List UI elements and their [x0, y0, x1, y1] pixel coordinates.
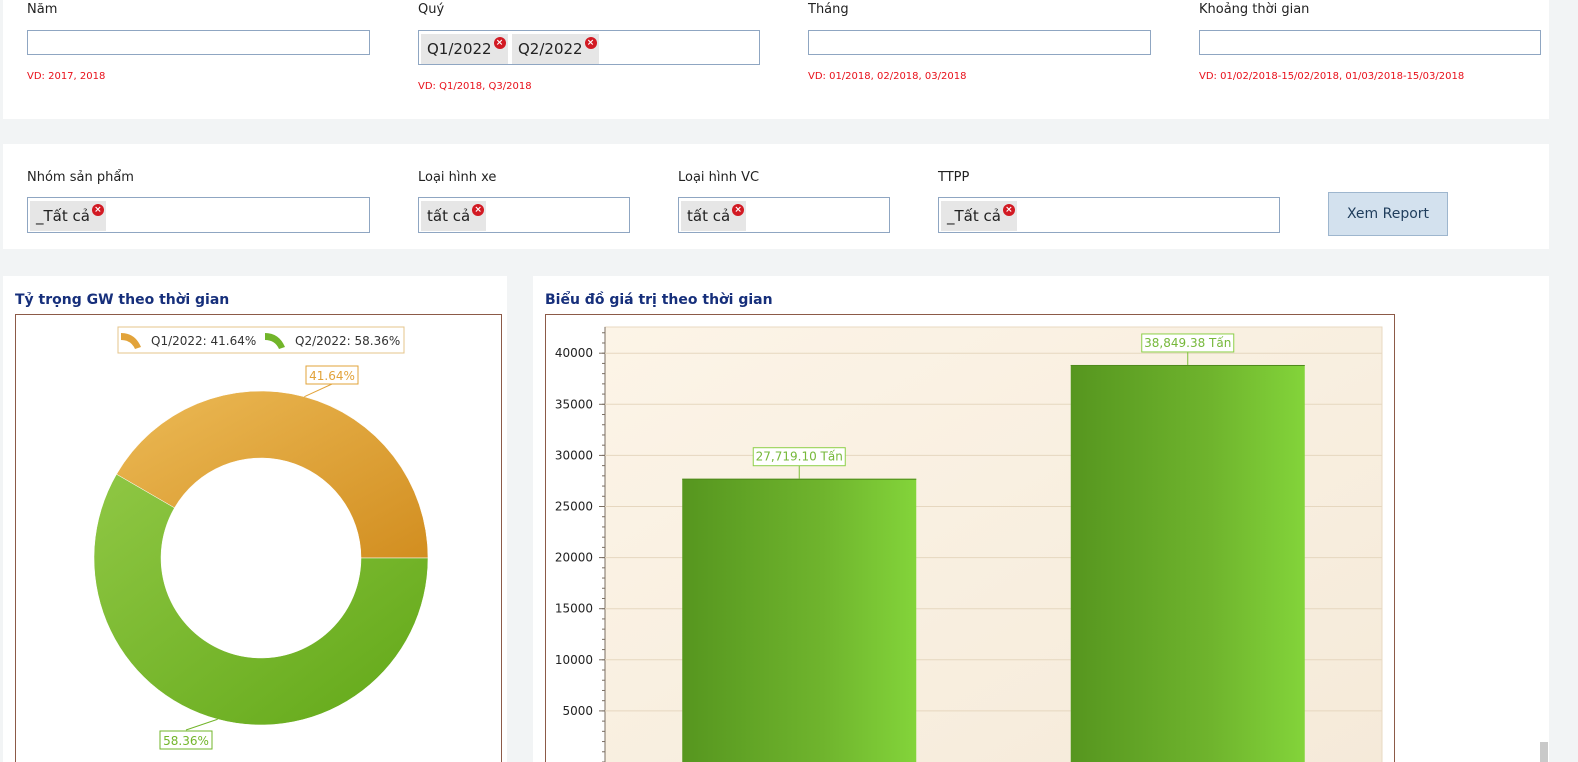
ttpp-tag-label: _Tất cả — [947, 207, 1001, 225]
quarter-hint: VD: Q1/2018, Q3/2018 — [418, 81, 532, 92]
remove-tag-icon[interactable]: × — [91, 204, 104, 216]
bar-chart-title: Biểu đồ giá trị theo thời gian — [545, 292, 773, 308]
quarter-tag: Q2/2022 × — [512, 34, 599, 64]
vehicle-type-tag-label: tất cả — [427, 207, 471, 225]
pie-chart-panel: Tỷ trọng GW theo thời gian Q1/2022: 41.6… — [3, 276, 507, 762]
view-report-button[interactable]: Xem Report — [1328, 192, 1448, 236]
bar[interactable] — [1070, 364, 1305, 762]
quarter-label: Quý — [418, 2, 445, 17]
vehicle-type-input[interactable]: tất cả × — [418, 197, 630, 233]
year-label: Năm — [27, 2, 58, 17]
year-input[interactable] — [27, 30, 370, 55]
transport-type-input[interactable]: tất cả × — [678, 197, 890, 233]
y-tick-label: 20000 — [555, 551, 593, 565]
y-tick-label: 40000 — [555, 346, 593, 360]
bar-data-label: 38,849.38 Tấn — [1144, 336, 1231, 350]
quarter-tag-label: Q1/2022 — [427, 40, 492, 58]
month-hint: VD: 01/2018, 02/2018, 03/2018 — [808, 71, 967, 82]
pie-data-label: 41.64% — [309, 369, 355, 383]
transport-type-label: Loại hình VC — [678, 170, 760, 185]
remove-tag-icon[interactable]: × — [493, 37, 506, 49]
product-filter-panel: Nhóm sản phẩm _Tất cả × Loại hình xe tất… — [3, 144, 1549, 249]
pie-legend-entry: Q1/2022: 41.64% — [151, 334, 256, 348]
month-input[interactable] — [808, 30, 1151, 55]
y-tick-label: 25000 — [555, 500, 593, 514]
product-group-tag-label: _Tất cả — [36, 207, 90, 225]
pie-data-label: 58.36% — [163, 734, 209, 748]
remove-tag-icon[interactable]: × — [472, 204, 485, 216]
month-label: Tháng — [808, 2, 849, 17]
ttpp-input[interactable]: _Tất cả × — [938, 197, 1280, 233]
quarter-tag-label: Q2/2022 — [518, 40, 583, 58]
date-range-label: Khoảng thời gian — [1199, 2, 1310, 17]
product-group-tag: _Tất cả × — [30, 201, 106, 231]
bar-chart-panel: Biểu đồ giá trị theo thời gian 5000 10000… — [533, 276, 1549, 762]
donut-chart: Q1/2022: 41.64% Q2/2022: 58.36% 41.64% 58.… — [15, 314, 502, 762]
vehicle-type-tag: tất cả × — [421, 201, 487, 231]
date-range-input[interactable] — [1199, 30, 1541, 55]
y-tick-label: 15000 — [555, 602, 593, 616]
ttpp-tag: _Tất cả × — [941, 201, 1017, 231]
transport-type-tag: tất cả × — [681, 201, 747, 231]
time-filter-panel: Năm VD: 2017, 2018 Quý Q1/2022 × Q2/2022… — [3, 0, 1549, 119]
remove-tag-icon[interactable]: × — [584, 37, 597, 49]
y-tick-label: 30000 — [555, 448, 593, 462]
ttpp-label: TTPP — [938, 170, 970, 185]
product-group-label: Nhóm sản phẩm — [27, 170, 134, 185]
y-tick-label: 35000 — [555, 397, 593, 411]
product-group-input[interactable]: _Tất cả × — [27, 197, 370, 233]
date-range-hint: VD: 01/02/2018-15/02/2018, 01/03/2018-15… — [1199, 71, 1465, 82]
pie-chart-title: Tỷ trọng GW theo thời gian — [15, 292, 230, 308]
remove-tag-icon[interactable]: × — [732, 204, 745, 216]
quarter-tag: Q1/2022 × — [421, 34, 508, 64]
y-tick-label: 10000 — [555, 653, 593, 667]
scrollbar-thumb[interactable] — [1540, 742, 1548, 762]
y-tick-label: 5000 — [562, 704, 593, 718]
bar-chart: 500010000150002000025000300003500040000 … — [545, 314, 1395, 762]
bar-data-label: 27,719.10 Tấn — [756, 450, 843, 464]
vehicle-type-label: Loại hình xe — [418, 170, 497, 185]
remove-tag-icon[interactable]: × — [1002, 204, 1015, 216]
bar[interactable] — [682, 478, 917, 762]
pie-legend-entry: Q2/2022: 58.36% — [295, 334, 400, 348]
transport-type-tag-label: tất cả — [687, 207, 731, 225]
quarter-input[interactable]: Q1/2022 × Q2/2022 × — [418, 30, 760, 65]
year-hint: VD: 2017, 2018 — [27, 71, 106, 82]
